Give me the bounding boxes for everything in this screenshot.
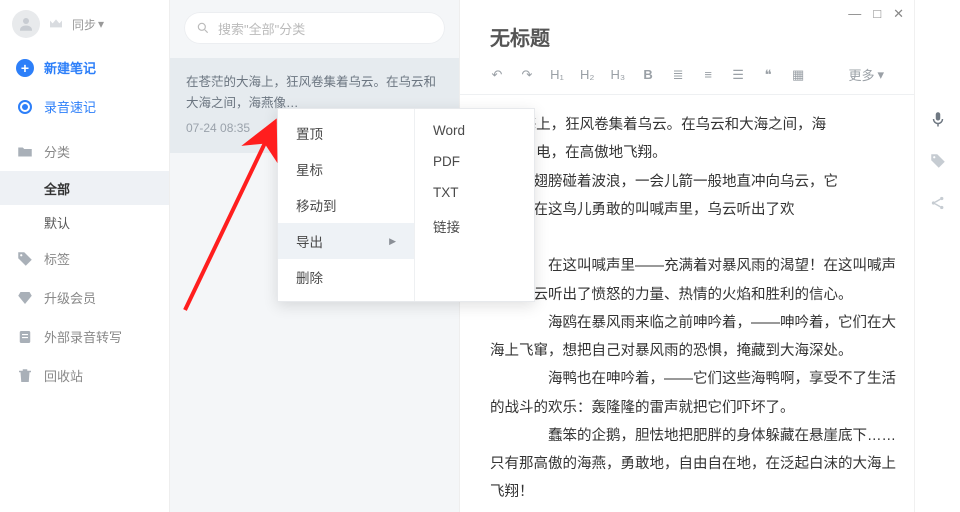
folder-icon bbox=[16, 143, 34, 161]
category-label: 分类 bbox=[44, 142, 70, 161]
sidebar-external-audio[interactable]: 外部录音转写 bbox=[0, 317, 169, 356]
external-audio-label: 外部录音转写 bbox=[44, 327, 122, 346]
context-menu-main: 置顶 星标 移动到 导出▶ 删除 bbox=[278, 109, 414, 301]
ctx-export-link[interactable]: 链接 bbox=[415, 208, 534, 244]
editor-toolbar: ↶ ↷ H₁ H₂ H₃ B ≣ ≡ ☰ ❝ ▦ 更多▾ bbox=[460, 57, 914, 95]
list3-button[interactable]: ☰ bbox=[731, 67, 745, 83]
h3-button[interactable]: H₃ bbox=[610, 67, 625, 82]
right-rail bbox=[914, 0, 960, 512]
transcribe-icon bbox=[16, 328, 34, 346]
new-note-button[interactable]: + 新建笔记 bbox=[0, 48, 169, 87]
ctx-export[interactable]: 导出▶ bbox=[278, 223, 414, 259]
ctx-pin[interactable]: 置顶 bbox=[278, 115, 414, 151]
quote-button[interactable]: ❝ bbox=[761, 67, 775, 83]
ctx-export-pdf[interactable]: PDF bbox=[415, 146, 534, 177]
sidebar-sub-all[interactable]: 全部 bbox=[0, 171, 169, 205]
chevron-down-icon: ▾ bbox=[98, 17, 104, 31]
plus-circle-icon: + bbox=[16, 59, 34, 77]
search-icon bbox=[196, 21, 210, 35]
context-menu-export-sub: Word PDF TXT 链接 bbox=[414, 109, 534, 301]
sidebar-tags[interactable]: 标签 bbox=[0, 239, 169, 278]
ctx-export-word[interactable]: Word bbox=[415, 115, 534, 146]
redo-button[interactable]: ↷ bbox=[520, 67, 534, 83]
sidebar-category[interactable]: 分类 bbox=[0, 132, 169, 171]
window-close[interactable]: ✕ bbox=[893, 6, 904, 22]
trash-icon bbox=[16, 367, 34, 385]
sidebar: 同步 ▾ + 新建笔记 录音速记 分类 全部 默认 标签 升级会员 外部录音转写… bbox=[0, 0, 170, 512]
sync-dropdown[interactable]: 同步 ▾ bbox=[72, 16, 104, 33]
share-icon[interactable] bbox=[929, 194, 947, 212]
chevron-right-icon: ▶ bbox=[389, 236, 396, 247]
sidebar-upgrade[interactable]: 升级会员 bbox=[0, 278, 169, 317]
undo-button[interactable]: ↶ bbox=[490, 67, 504, 83]
ctx-delete[interactable]: 删除 bbox=[278, 259, 414, 295]
tag-icon[interactable] bbox=[929, 152, 947, 170]
crown-icon bbox=[48, 16, 64, 32]
record-icon bbox=[16, 98, 34, 116]
sidebar-recycle[interactable]: 回收站 bbox=[0, 356, 169, 395]
chevron-down-icon: ▾ bbox=[877, 67, 884, 83]
new-note-label: 新建笔记 bbox=[44, 58, 96, 77]
table-button[interactable]: ▦ bbox=[791, 67, 805, 83]
audio-note-button[interactable]: 录音速记 bbox=[0, 87, 169, 126]
ctx-export-txt[interactable]: TXT bbox=[415, 177, 534, 208]
search-placeholder: 搜索"全部"分类 bbox=[218, 19, 305, 38]
window-max[interactable]: □ bbox=[873, 6, 881, 22]
sync-label: 同步 bbox=[72, 16, 96, 33]
tags-label: 标签 bbox=[44, 249, 70, 268]
context-menu: 置顶 星标 移动到 导出▶ 删除 Word PDF TXT 链接 bbox=[277, 108, 535, 302]
avatar[interactable] bbox=[12, 10, 40, 38]
ctx-star[interactable]: 星标 bbox=[278, 151, 414, 187]
sidebar-sub-default[interactable]: 默认 bbox=[0, 205, 169, 239]
h2-button[interactable]: H₂ bbox=[580, 67, 594, 82]
note-title[interactable]: 无标题 bbox=[490, 22, 884, 51]
window-controls: — □ ✕ bbox=[848, 6, 904, 22]
sidebar-header: 同步 ▾ bbox=[0, 0, 169, 48]
diamond-icon bbox=[16, 289, 34, 307]
title-row: 无标题 bbox=[460, 0, 914, 57]
audio-note-label: 录音速记 bbox=[44, 97, 96, 116]
window-min[interactable]: — bbox=[848, 6, 861, 22]
list1-button[interactable]: ≣ bbox=[671, 67, 685, 83]
search-input[interactable]: 搜索"全部"分类 bbox=[184, 12, 445, 44]
tag-icon bbox=[16, 250, 34, 268]
recycle-label: 回收站 bbox=[44, 366, 83, 385]
upgrade-label: 升级会员 bbox=[44, 288, 96, 307]
ctx-move[interactable]: 移动到 bbox=[278, 187, 414, 223]
list2-button[interactable]: ≡ bbox=[701, 67, 715, 82]
mic-icon[interactable] bbox=[929, 110, 947, 128]
more-button[interactable]: 更多▾ bbox=[848, 65, 884, 84]
bold-button[interactable]: B bbox=[641, 67, 655, 82]
h1-button[interactable]: H₁ bbox=[550, 67, 564, 82]
